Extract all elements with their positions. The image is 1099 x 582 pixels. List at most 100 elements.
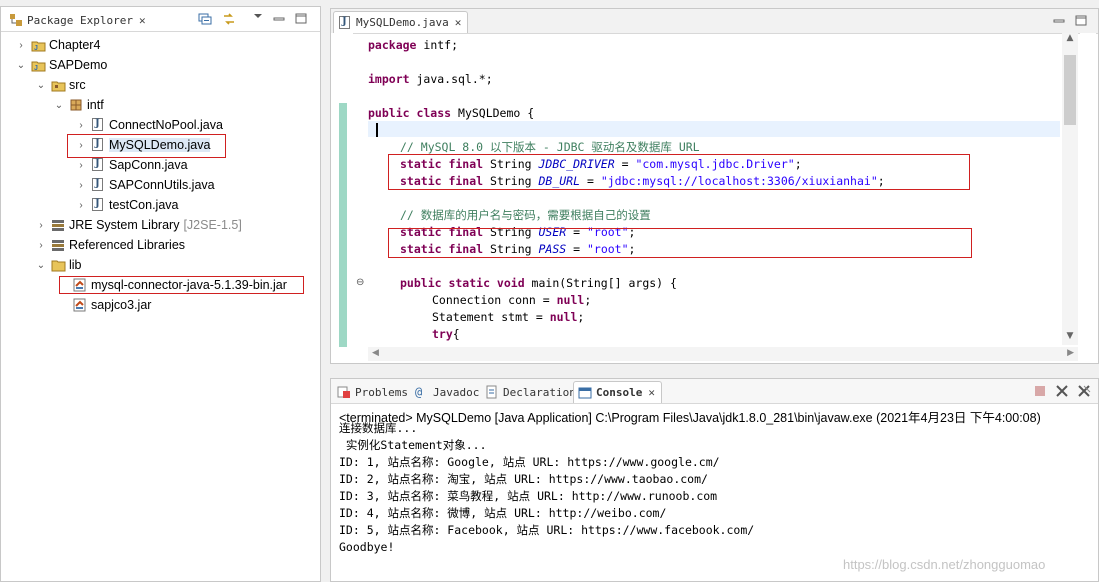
chevron-right-icon[interactable]: › [75, 200, 87, 211]
jre-version-label: [J2SE-1.5] [183, 218, 242, 232]
source-folder-icon [51, 78, 66, 92]
minimize-icon[interactable] [272, 13, 286, 25]
code-line: public static void main(String[] args) { [400, 275, 677, 290]
close-icon[interactable]: ✕ [455, 16, 462, 29]
tree-item-lib[interactable]: ⌄ lib [35, 255, 82, 275]
chevron-down-icon[interactable]: ⌄ [15, 60, 27, 71]
tree-item-referenced-libraries[interactable]: › Referenced Libraries [35, 235, 185, 255]
remove-launch-icon[interactable] [1055, 385, 1069, 397]
close-icon[interactable]: ✕ [139, 14, 146, 27]
tree-item-label: SAPConnUtils.java [109, 178, 215, 192]
java-file-icon [91, 118, 105, 132]
javadoc-icon: @ [415, 385, 423, 399]
java-project-icon: J [31, 38, 46, 52]
tree-item-sapdemo[interactable]: ⌄ J SAPDemo [15, 55, 108, 75]
maximize-icon[interactable] [294, 13, 308, 25]
chevron-down-icon[interactable]: ⌄ [35, 80, 47, 91]
package-explorer-icon [9, 13, 23, 27]
highlight-box-driver-url [388, 154, 970, 190]
link-with-editor-icon[interactable] [222, 13, 236, 25]
editor-tab-mysqldemo[interactable]: MySQLDemo.java ✕ [333, 11, 469, 33]
code-line: public class MySQLDemo { [368, 105, 535, 120]
overview-ruler [1080, 33, 1096, 345]
tree-item-sapconnutils[interactable]: › SAPConnUtils.java [75, 175, 215, 195]
tree-item-intf[interactable]: ⌄ intf [53, 95, 104, 115]
java-file-icon [91, 178, 105, 192]
tab-console[interactable]: Console ✕ [573, 381, 662, 403]
console-output[interactable]: 连接数据库... 实例化Statement对象... ID: 1, 站点名称: … [339, 419, 754, 555]
console-line: Goodbye! [339, 539, 395, 554]
console-line: 实例化Statement对象... [339, 437, 487, 452]
horizontal-scrollbar[interactable]: ◀ ▶ [368, 347, 1078, 361]
tab-declaration[interactable]: Declaration [481, 381, 582, 403]
scroll-left-icon[interactable]: ◀ [372, 348, 379, 358]
tree-item-label: testCon.java [109, 198, 179, 212]
minimize-icon[interactable] [1052, 15, 1066, 27]
collapse-main-icon[interactable]: ⊖ [356, 277, 364, 288]
code-line: // MySQL 8.0 以下版本 - JDBC 驱动名及数据库 URL [400, 139, 700, 154]
problems-icon [337, 385, 351, 399]
view-menu-icon[interactable] [251, 11, 265, 23]
remove-all-icon[interactable] [1077, 385, 1091, 397]
highlight-box-mysqldemo [67, 134, 226, 158]
tree-item-connectnopool[interactable]: › ConnectNoPool.java [75, 115, 223, 135]
tab-problems[interactable]: Problems [333, 381, 414, 403]
text-cursor [376, 121, 378, 138]
code-line: import java.sql.*; [368, 71, 493, 86]
library-icon [51, 218, 65, 232]
library-icon [51, 238, 65, 252]
tree-item-label: lib [69, 258, 82, 272]
package-explorer-view: Package Explorer ✕ › J Chapter4 ⌄ J SAPD… [0, 6, 321, 582]
code-line: package intf; [368, 37, 459, 52]
vertical-scrollbar[interactable]: ▲ ▼ [1062, 33, 1078, 345]
editor-view: MySQLDemo.java ✕ ⊖ package intf; import … [330, 8, 1099, 364]
tree-item-sapconn[interactable]: › SapConn.java [75, 155, 188, 175]
chevron-right-icon[interactable]: › [15, 40, 27, 51]
chevron-down-icon[interactable]: ⌄ [53, 100, 65, 111]
chevron-right-icon[interactable]: › [75, 160, 87, 171]
code-line: Connection conn = null; [432, 292, 592, 307]
tree-item-label: Chapter4 [49, 38, 101, 52]
tree-item-src[interactable]: ⌄ src [35, 75, 86, 95]
java-file-icon [91, 158, 105, 172]
tree-item-testcon[interactable]: › testCon.java [75, 195, 178, 215]
tree-item-label: JRE System Library [69, 218, 180, 232]
code-line: // 数据库的用户名与密码，需要根据自己的设置 [400, 207, 651, 222]
package-icon [69, 98, 83, 112]
java-file-icon [338, 15, 352, 30]
svg-text:J: J [34, 45, 38, 52]
tree-item-label: src [69, 78, 86, 92]
watermark: https://blog.csdn.net/zhongguomao [843, 557, 1046, 572]
chevron-right-icon[interactable]: › [75, 180, 87, 191]
console-view: Problems @ Javadoc Declaration Console ✕… [330, 378, 1099, 582]
tree-item-jre-library[interactable]: › JRE System Library [J2SE-1.5] [35, 215, 242, 235]
collapse-all-icon[interactable] [198, 13, 212, 25]
tree-item-chapter4[interactable]: › J Chapter4 [15, 35, 100, 55]
maximize-icon[interactable] [1074, 15, 1088, 27]
chevron-right-icon[interactable]: › [75, 120, 87, 131]
package-explorer-tab[interactable]: Package Explorer ✕ [5, 9, 152, 31]
editor-tabbar: MySQLDemo.java ✕ [331, 9, 1098, 34]
chevron-right-icon[interactable]: › [35, 240, 47, 251]
chevron-down-icon[interactable]: ⌄ [35, 260, 47, 271]
scroll-down-icon[interactable]: ▼ [1062, 331, 1078, 345]
console-line: ID: 3, 站点名称: 菜鸟教程, 站点 URL: http://www.ru… [339, 488, 718, 503]
console-line: ID: 5, 站点名称: Facebook, 站点 URL: https://w… [339, 522, 755, 537]
tree-item-sapjco3-jar[interactable]: sapjco3.jar [73, 295, 151, 315]
scrollbar-thumb[interactable] [1064, 55, 1076, 125]
tab-javadoc[interactable]: @ Javadoc [411, 381, 485, 403]
console-line: ID: 2, 站点名称: 淘宝, 站点 URL: https://www.tao… [339, 471, 708, 486]
close-icon[interactable]: ✕ [648, 386, 655, 399]
console-tabbar: Problems @ Javadoc Declaration Console ✕ [331, 379, 1098, 404]
scroll-right-icon[interactable]: ▶ [1067, 348, 1074, 358]
tree-item-label: SapConn.java [109, 158, 188, 172]
svg-text:J: J [34, 65, 38, 72]
java-file-icon [91, 198, 105, 212]
tree-item-label: SAPDemo [49, 58, 108, 72]
console-line: 连接数据库... [339, 420, 418, 435]
console-icon [578, 386, 592, 400]
terminate-icon[interactable] [1033, 385, 1047, 397]
declaration-icon [485, 385, 499, 399]
scroll-up-icon[interactable]: ▲ [1062, 33, 1078, 49]
chevron-right-icon[interactable]: › [35, 220, 47, 231]
